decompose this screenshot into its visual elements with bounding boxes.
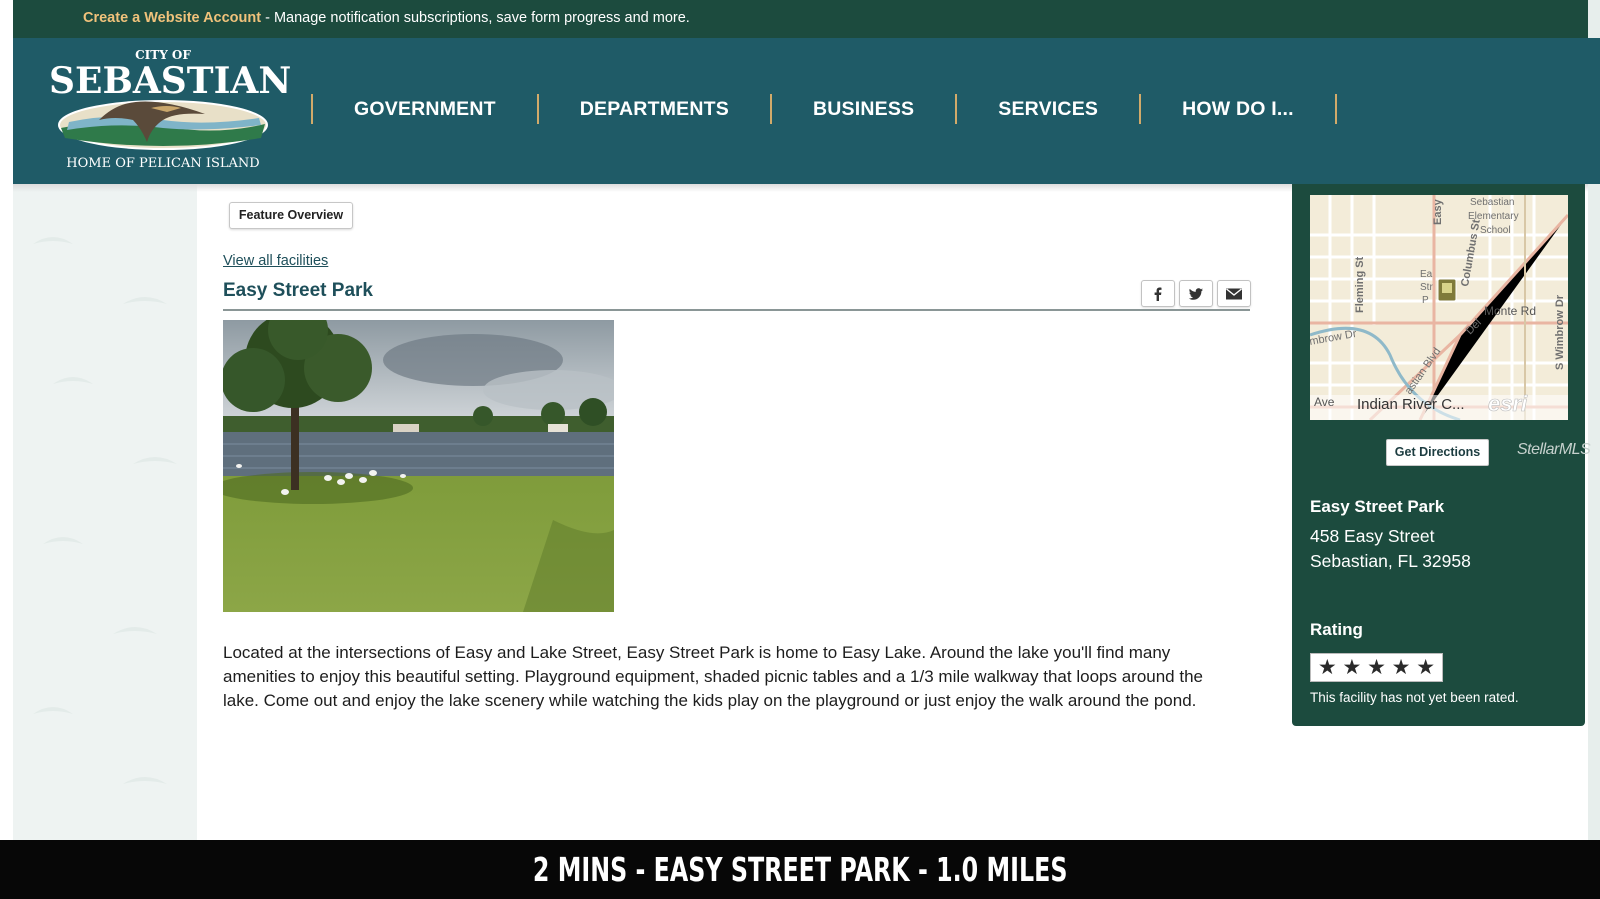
create-account-link[interactable]: Create a Website Account	[83, 10, 261, 26]
title-divider	[223, 309, 1250, 311]
facility-name: Easy Street Park	[1310, 497, 1445, 516]
star-icon[interactable]: ★	[1342, 654, 1361, 681]
map-label-indian-river: Indian River C...	[1357, 396, 1465, 413]
nav-business[interactable]: BUSINESS	[772, 92, 955, 126]
notification-message: - Manage notification subscriptions, sav…	[261, 10, 690, 26]
star-icon[interactable]: ★	[1392, 654, 1411, 681]
address-line-1: 458 Easy Street	[1310, 526, 1435, 546]
main-nav: GOVERNMENT DEPARTMENTS BUSINESS SERVICES…	[311, 92, 1337, 126]
address-line-2: Sebastian, FL 32958	[1310, 551, 1471, 571]
facility-info-card: Sebastian Elementary School Fleming St C…	[1292, 184, 1591, 726]
map-label-easy: Easy	[1432, 198, 1444, 225]
park-description: Located at the intersections of Easy and…	[223, 643, 1203, 710]
get-directions-button[interactable]: Get Directions	[1386, 439, 1489, 466]
share-email-button[interactable]	[1217, 280, 1251, 307]
email-icon	[1226, 287, 1242, 299]
map-label-monte: Monte Rd	[1484, 304, 1536, 318]
left-sidebar	[13, 184, 197, 840]
facebook-icon	[1154, 287, 1162, 301]
park-photo[interactable]	[223, 320, 614, 612]
logo-city-name: SEBASTIAN	[49, 60, 292, 102]
map-label-wimbrow: S Wimbrow Dr	[1554, 294, 1566, 370]
map-label-school-1: Sebastian	[1470, 197, 1514, 208]
nav-services[interactable]: SERVICES	[957, 92, 1139, 126]
nav-government[interactable]: GOVERNMENT	[313, 92, 537, 126]
view-all-facilities-link[interactable]: View all facilities	[223, 253, 328, 269]
page: Create a Website Account - Manage notifi…	[0, 0, 1600, 899]
nav-divider	[1334, 94, 1337, 124]
map-label-p: P	[1422, 295, 1429, 306]
map-label-school-3: School	[1480, 225, 1511, 236]
nav-how-do-i[interactable]: HOW DO I...	[1141, 92, 1335, 126]
star-rating[interactable]: ★ ★ ★ ★ ★	[1310, 653, 1443, 682]
map-label-str: Str	[1420, 282, 1433, 293]
page-title: Easy Street Park	[223, 280, 373, 301]
notification-bar: Create a Website Account - Manage notifi…	[13, 0, 1600, 38]
rating-note: This facility has not yet been rated.	[1310, 690, 1519, 705]
star-icon[interactable]: ★	[1318, 654, 1337, 681]
bird-pattern-decoration	[33, 237, 177, 784]
rating-heading: Rating	[1310, 620, 1363, 639]
nav-departments[interactable]: DEPARTMENTS	[539, 92, 770, 126]
share-twitter-button[interactable]	[1179, 280, 1213, 307]
site-header: CITY OF SEBASTIAN HOME OF PELICAN ISLAND…	[13, 38, 1600, 184]
pelican-emblem-icon	[58, 100, 268, 150]
esri-logo: esri	[1488, 391, 1528, 416]
map-label-ave: Ave	[1314, 395, 1335, 409]
twitter-icon	[1188, 287, 1203, 300]
location-map[interactable]: Sebastian Elementary School Fleming St C…	[1310, 195, 1568, 420]
stellarmls-watermark: StellarMLS	[1517, 441, 1591, 458]
city-logo[interactable]: CITY OF SEBASTIAN HOME OF PELICAN ISLAND	[49, 46, 292, 174]
map-label-ea: Ea	[1420, 269, 1433, 280]
park-lake-image	[223, 320, 614, 612]
star-icon[interactable]: ★	[1416, 654, 1435, 681]
share-facebook-button[interactable]	[1141, 280, 1175, 307]
street-map: Sebastian Elementary School Fleming St C…	[1310, 195, 1568, 420]
star-icon[interactable]: ★	[1367, 654, 1386, 681]
video-caption-bar: 2 MINS - EASY STREET PARK - 1.0 MILES	[0, 840, 1600, 899]
caption-text: 2 MINS - EASY STREET PARK - 1.0 MILES	[532, 850, 1068, 889]
feature-overview-tab[interactable]: Feature Overview	[229, 202, 353, 229]
map-label-fleming: Fleming St	[1354, 256, 1366, 313]
logo-tagline: HOME OF PELICAN ISLAND	[66, 156, 260, 171]
